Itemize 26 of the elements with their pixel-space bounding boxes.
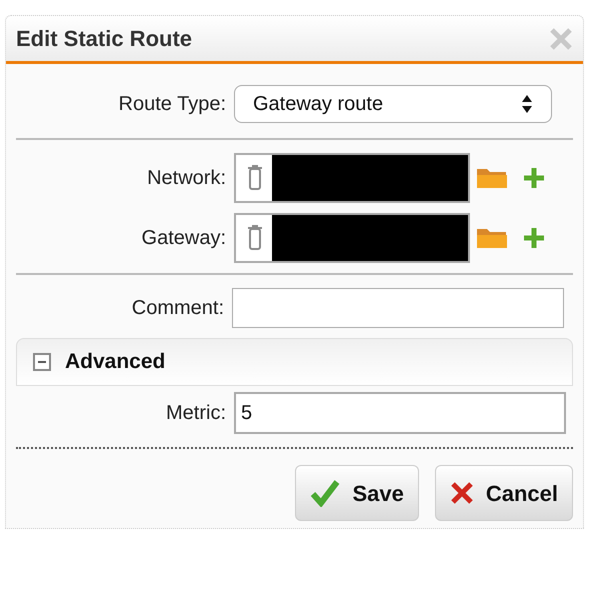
field-label: Comment: bbox=[130, 296, 225, 321]
object-field[interactable] bbox=[234, 153, 470, 203]
advanced-header[interactable]: Advanced bbox=[16, 338, 573, 386]
close-icon[interactable] bbox=[549, 26, 573, 50]
trash-icon[interactable] bbox=[246, 164, 264, 192]
object-field[interactable] bbox=[234, 213, 470, 263]
folder-icon[interactable] bbox=[476, 227, 508, 249]
metric-field[interactable]: 5 bbox=[234, 392, 566, 434]
check-icon bbox=[310, 479, 340, 507]
plus-icon[interactable] bbox=[522, 166, 546, 190]
collapse-icon[interactable] bbox=[33, 353, 51, 371]
dialog-title: Edit Static Route bbox=[16, 25, 192, 53]
save-button[interactable]: Save bbox=[295, 465, 419, 521]
field-label: Gateway: bbox=[140, 226, 227, 251]
route-type-select[interactable]: Gateway route bbox=[234, 85, 552, 123]
cancel-button[interactable]: Cancel bbox=[434, 465, 573, 521]
trash-icon[interactable] bbox=[246, 224, 264, 252]
folder-icon[interactable] bbox=[476, 167, 508, 189]
field-label: Network: bbox=[146, 166, 227, 191]
cross-icon bbox=[450, 481, 474, 505]
comment-field[interactable] bbox=[232, 288, 564, 328]
plus-icon[interactable] bbox=[522, 226, 546, 250]
updown-icon bbox=[521, 94, 533, 114]
field-label: Metric: bbox=[165, 401, 227, 426]
field-label: Route Type: bbox=[118, 92, 227, 117]
section-title: Advanced bbox=[65, 349, 166, 376]
